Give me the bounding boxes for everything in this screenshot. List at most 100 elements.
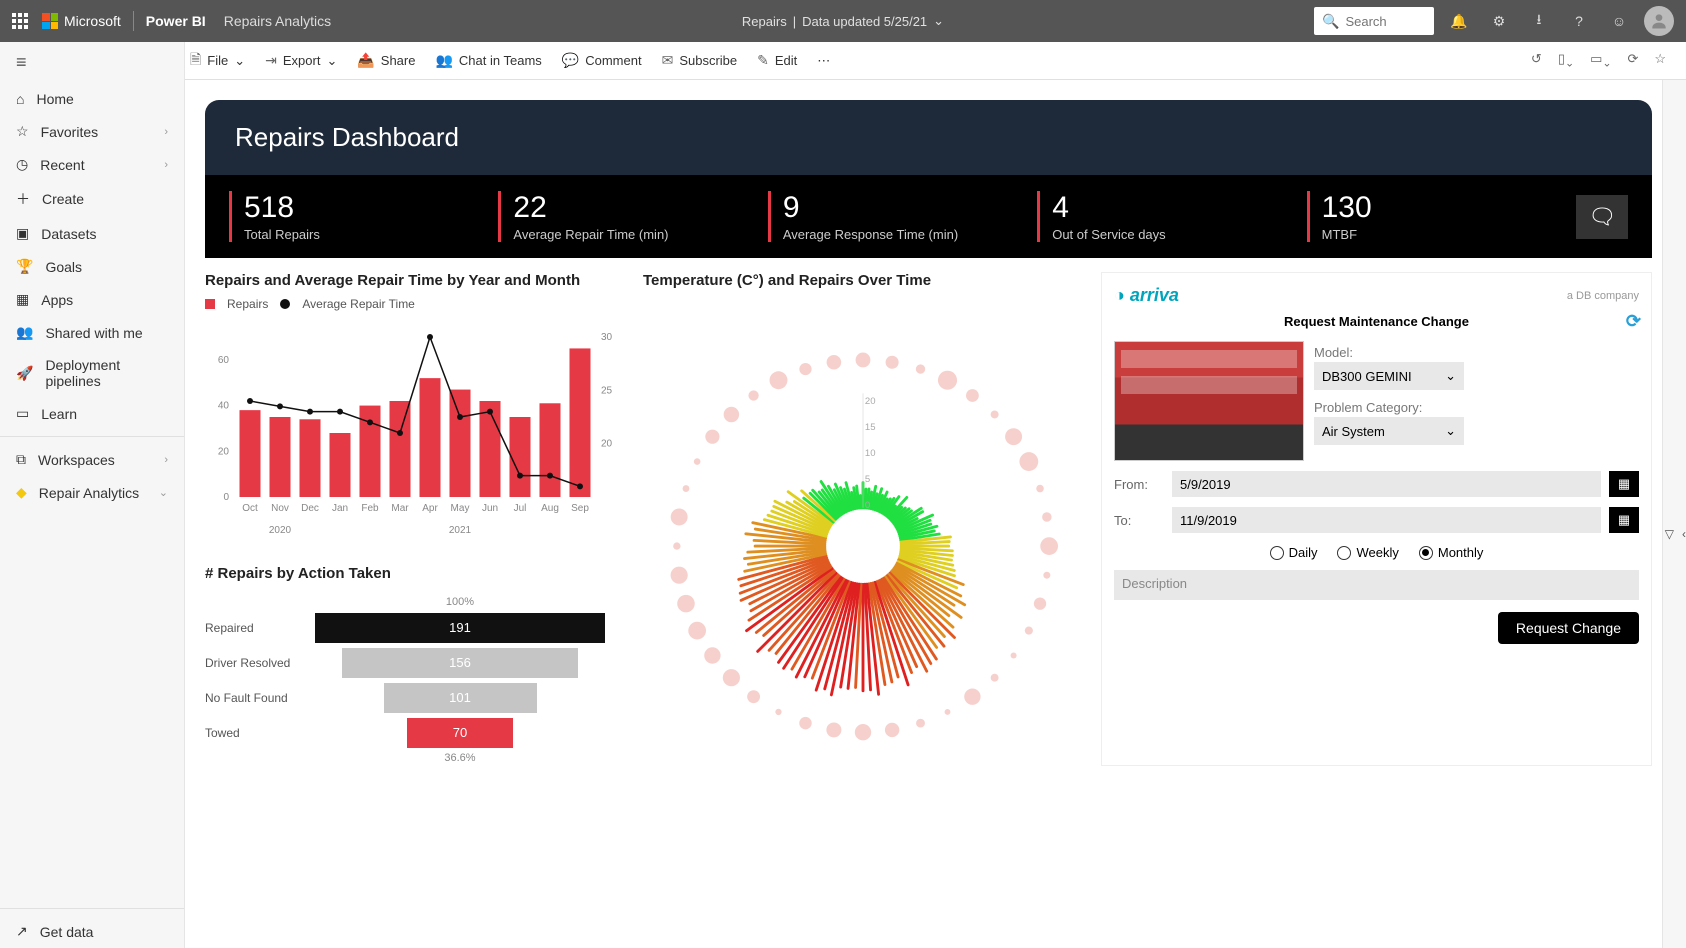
svg-text:15: 15 [865,422,876,433]
feedback-icon[interactable]: ☺ [1604,6,1634,36]
refresh-icon[interactable]: ⟳ [1623,51,1642,70]
chevron-down-icon[interactable]: ⌄ [933,13,944,29]
svg-text:5: 5 [865,474,870,485]
settings-icon[interactable]: ⚙ [1484,6,1514,36]
from-date-input[interactable]: 5/9/2019 [1172,471,1601,497]
radial-chart[interactable]: 0 5 10 15 20 [653,297,1073,757]
product-label: Power BI [146,13,206,29]
comment-icon: 💬 [562,52,579,69]
svg-text:20: 20 [218,446,230,457]
nav-datasets[interactable]: ▣Datasets [0,217,184,250]
download-icon[interactable]: ⭳ [1524,6,1554,36]
radio-daily[interactable]: Daily [1270,545,1318,560]
to-date-input[interactable]: 11/9/2019 [1172,507,1601,533]
nav-apps[interactable]: ▦Apps [0,283,184,316]
funnel-chart[interactable]: 100% Repaired191 Driver Resolved156 No F… [205,596,625,764]
radio-monthly[interactable]: Monthly [1419,545,1484,560]
comment-button[interactable]: 💬Comment [552,52,652,69]
svg-text:0: 0 [223,492,229,503]
file-menu[interactable]: 🗎File⌄ [180,49,255,73]
more-menu[interactable]: ⋯ [807,53,840,69]
search-box[interactable]: 🔍 [1314,7,1434,35]
search-input[interactable] [1345,14,1415,29]
filters-pane-collapsed[interactable]: ‹ ▽ Filters [1662,80,1686,948]
apps-icon: ▦ [16,291,29,308]
funnel-top-pct: 100% [446,596,474,608]
subscribe-button[interactable]: ✉Subscribe [652,52,748,69]
report-toolbar: 🗎File⌄ ⇥Export⌄ 📤Share 👥Chat in Teams 💬C… [0,42,1686,80]
nav-workspaces[interactable]: ⧉Workspaces› [0,443,184,476]
nav-recent[interactable]: ◷Recent› [0,148,184,181]
maintenance-form: ◑ arriva a DB company Request Maintenanc… [1101,272,1652,766]
breadcrumb[interactable]: Repairs | Data updated 5/25/21 ⌄ [742,13,944,29]
radio-weekly[interactable]: Weekly [1337,545,1398,560]
nav-favorites[interactable]: ☆Favorites› [0,115,184,148]
export-menu[interactable]: ⇥Export⌄ [255,52,347,69]
problem-select[interactable]: Air System⌄ [1314,417,1464,445]
chat-teams-button[interactable]: 👥Chat in Teams [425,52,551,69]
refresh-icon[interactable]: ⟳ [1626,311,1641,332]
chevron-right-icon: › [164,454,168,466]
mail-icon: ✉ [662,52,674,69]
kpi-row: 518Total Repairs 22Average Repair Time (… [205,175,1652,258]
teams-icon: 👥 [435,52,452,69]
comment-icon[interactable]: 🗨 [1576,195,1628,239]
nav-toggle[interactable]: ≡ [0,42,184,83]
reset-icon[interactable]: ↺ [1527,51,1546,70]
nav-current-workspace[interactable]: ◆Repair Analytics⌄ [0,476,184,509]
combo-chart[interactable]: 0204060202530OctNovDecJanFebMarAprMayJun… [205,317,625,547]
report-canvas: Repairs Dashboard 518Total Repairs 22Ave… [185,80,1662,948]
chevron-left-icon: ‹ [1682,527,1686,541]
calendar-icon[interactable]: ▦ [1609,507,1639,533]
radial-title: Temperature (C°) and Repairs Over Time [643,272,1083,289]
svg-text:Apr: Apr [422,503,438,514]
nav-shared[interactable]: 👥Shared with me [0,316,184,349]
nav-create[interactable]: ＋Create [0,181,184,217]
share-button[interactable]: 📤Share [347,52,425,69]
left-nav: ≡ ⌂Home ☆Favorites› ◷Recent› ＋Create ▣Da… [0,42,185,948]
pencil-icon: ✎ [757,52,769,69]
nav-pipelines[interactable]: 🚀Deployment pipelines [0,349,184,397]
nav-get-data[interactable]: ↗Get data [0,915,184,948]
clock-icon: ◷ [16,156,28,173]
book-icon: ▭ [16,405,29,422]
svg-text:Jan: Jan [332,503,348,514]
funnel-title: # Repairs by Action Taken [205,565,625,582]
nav-home[interactable]: ⌂Home [0,83,184,115]
favorite-icon[interactable]: ☆ [1650,51,1670,70]
svg-text:Jul: Jul [514,503,527,514]
trophy-icon: 🏆 [16,258,33,275]
filter-icon: ▽ [1665,527,1674,541]
avatar[interactable] [1644,6,1674,36]
model-select[interactable]: DB300 GEMINI⌄ [1314,362,1464,390]
brand-label: Microsoft [64,13,121,29]
svg-text:60: 60 [218,355,230,366]
nav-goals[interactable]: 🏆Goals [0,250,184,283]
dashboard-title: Repairs Dashboard [205,100,1652,175]
svg-text:0: 0 [865,500,870,511]
notifications-icon[interactable]: 🔔 [1444,6,1474,36]
bookmark-icon[interactable]: ▯⌄ [1554,51,1578,70]
chevron-down-icon: ⌄ [159,486,168,499]
svg-text:Oct: Oct [242,503,258,514]
svg-text:20: 20 [865,396,876,407]
chevron-down-icon: ⌄ [1445,423,1456,439]
app-launcher-icon[interactable] [12,13,28,29]
description-input[interactable]: Description [1114,570,1639,600]
calendar-icon[interactable]: ▦ [1609,471,1639,497]
view-icon[interactable]: ▭⌄ [1586,51,1615,70]
request-change-button[interactable]: Request Change [1498,612,1639,644]
funnel-row: Repaired191 [205,610,625,645]
report-name[interactable]: Repairs Analytics [224,13,331,29]
funnel-bottom-pct: 36.6% [444,752,475,764]
svg-text:Sep: Sep [571,503,589,514]
model-label: Model: [1314,345,1639,360]
edit-button[interactable]: ✎Edit [747,52,807,69]
svg-text:10: 10 [865,448,876,459]
svg-text:2020: 2020 [269,525,292,536]
search-icon: 🔍 [1322,13,1339,30]
shared-icon: 👥 [16,324,33,341]
rocket-icon: 🚀 [16,365,33,382]
nav-learn[interactable]: ▭Learn [0,397,184,430]
help-icon[interactable]: ? [1564,6,1594,36]
